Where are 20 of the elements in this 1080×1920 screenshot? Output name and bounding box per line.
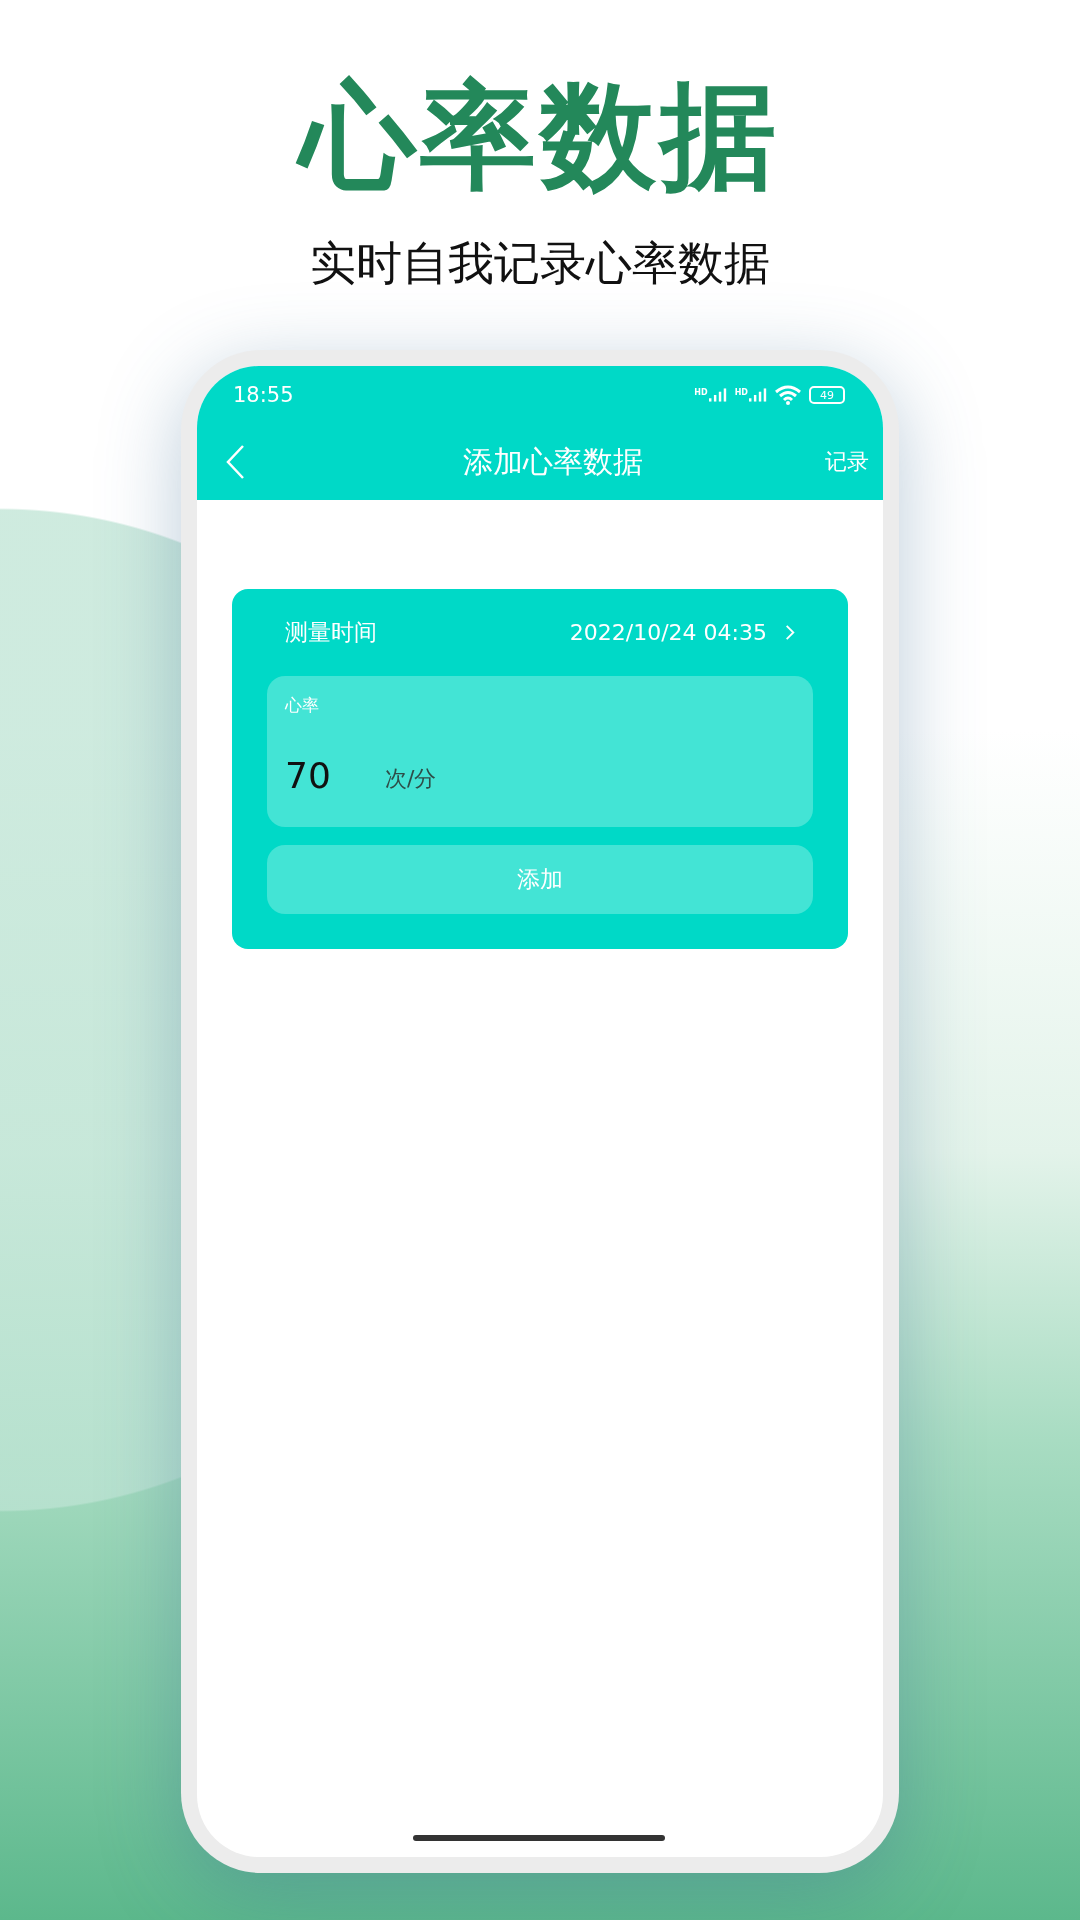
field-label: 心率 [285, 694, 320, 718]
chevron-right-icon [785, 624, 795, 642]
screen-title: 添加心率数据 [463, 442, 643, 481]
unit-label: 次/分 [385, 765, 437, 794]
time-label: 测量时间 [285, 618, 377, 648]
heart-rate-field[interactable]: 心率 70 次/分 [267, 676, 813, 828]
signal-icon [749, 388, 767, 403]
back-icon[interactable] [225, 444, 245, 481]
add-button[interactable]: 添加 [267, 845, 813, 915]
records-link[interactable]: 记录 [825, 447, 869, 478]
signal-icon [708, 388, 727, 403]
wifi-icon [775, 385, 801, 406]
network-label: HD [694, 388, 708, 398]
time-row[interactable]: 测量时间 2022/10/24 04:35 [267, 589, 813, 677]
time-value: 2022/10/24 04:35 [569, 620, 767, 646]
battery-level: 49 [820, 388, 834, 402]
status-time: 18:55 [233, 383, 294, 408]
network-label: HD [734, 388, 748, 398]
subtitle: 实时自我记录心率数据 [310, 235, 770, 293]
value-input[interactable]: 70 [285, 755, 381, 797]
